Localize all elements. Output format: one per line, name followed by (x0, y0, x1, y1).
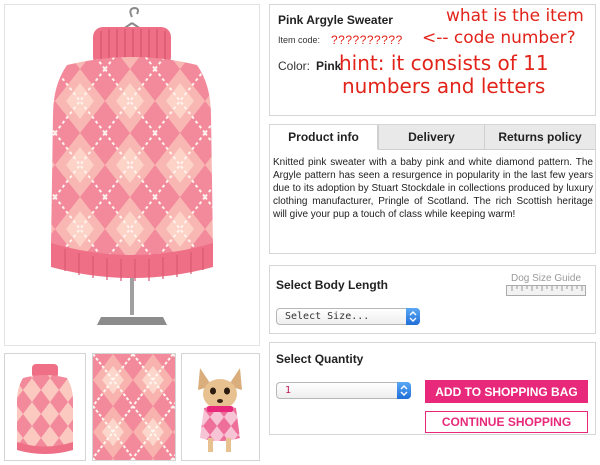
body-length-panel: Select Body Length Dog Size Guide Select… (269, 265, 596, 334)
annotation-hint: hint: it consists of 11 (339, 51, 549, 75)
body-length-title: Select Body Length (276, 278, 389, 292)
dog-size-guide-link[interactable]: Dog Size Guide (506, 273, 586, 296)
size-guide-label: Dog Size Guide (510, 273, 582, 284)
thumbnail-knit-detail[interactable] (92, 353, 176, 461)
quantity-select[interactable]: 1 (276, 382, 411, 399)
item-code-label: Item code: (278, 35, 321, 45)
quantity-panel: Select Quantity 1 ADD TO SHOPPING BAG CO… (269, 342, 596, 435)
add-to-shopping-bag-button[interactable]: ADD TO SHOPPING BAG (425, 380, 588, 403)
quantity-select-value: 1 (285, 385, 292, 396)
quantity-title: Select Quantity (276, 352, 364, 366)
annotation-question: what is the item (446, 6, 584, 26)
ruler-icon (506, 285, 586, 296)
annotation-arrow: <-- code number? (422, 28, 576, 48)
product-tabs-panel: Product info Delivery Returns policy Kni… (269, 124, 596, 254)
item-code-value: ?????????? (331, 33, 403, 47)
thumbnail-dog-wearing-sweater[interactable] (181, 353, 260, 461)
updown-chevron-icon (397, 382, 411, 399)
size-select-value: Select Size... (285, 311, 370, 322)
color-value: Pink (316, 59, 342, 73)
product-main-image (4, 4, 260, 346)
product-description: Knitted pink sweater with a baby pink an… (273, 157, 593, 220)
color-label: Color: (278, 59, 311, 73)
tab-delivery[interactable]: Delivery (378, 125, 484, 150)
tab-product-info[interactable]: Product info (270, 125, 378, 150)
annotation-hint-cont: numbers and letters (342, 74, 546, 98)
product-title: Pink Argyle Sweater (278, 13, 393, 27)
tab-returns-policy[interactable]: Returns policy (484, 125, 595, 150)
thumbnail-sweater-front[interactable] (4, 353, 86, 461)
updown-chevron-icon (406, 308, 420, 325)
continue-shopping-button[interactable]: CONTINUE SHOPPING (425, 411, 588, 433)
size-select[interactable]: Select Size... (276, 308, 420, 325)
